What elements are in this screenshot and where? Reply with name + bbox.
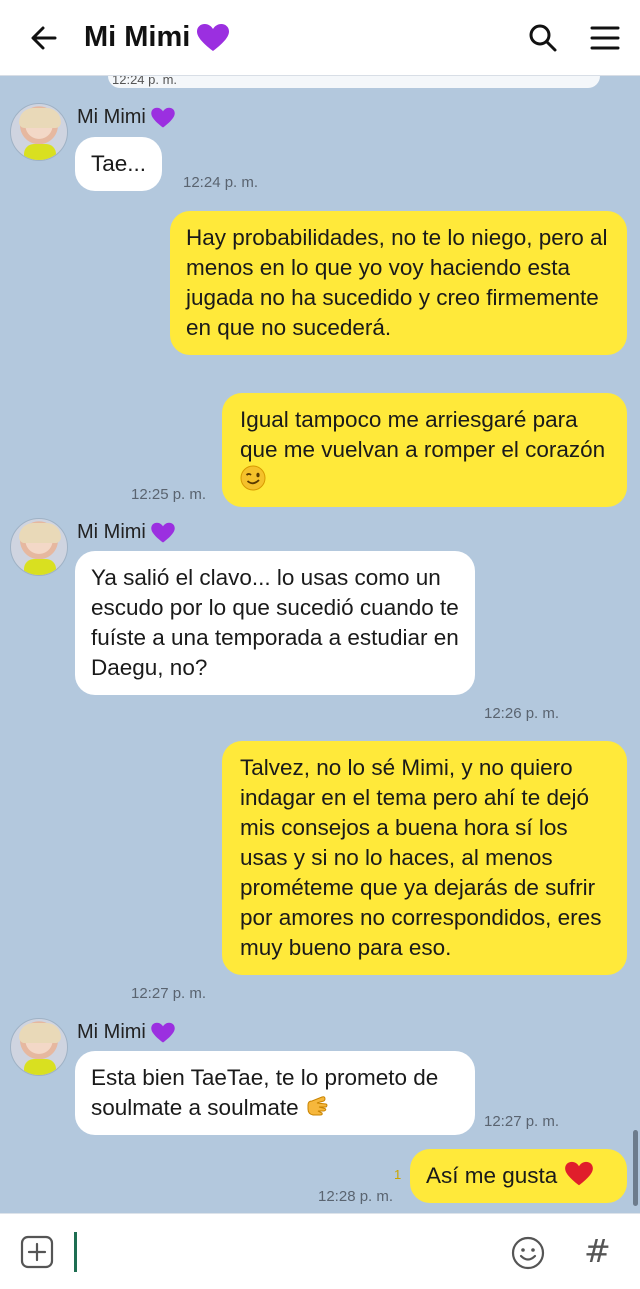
message-input[interactable] <box>80 1228 490 1276</box>
message-bubble-outgoing[interactable]: Hay probabilidades, no te lo niego, pero… <box>170 211 627 355</box>
chat-title-text: Mi Mimi <box>84 21 191 53</box>
clipped-previous-message <box>108 76 600 88</box>
message-bubble-incoming[interactable]: Esta bien TaeTae, te lo prometo de soulm… <box>75 1051 475 1135</box>
arrow-left-icon <box>31 26 57 49</box>
read-count: 1 <box>394 1167 402 1182</box>
message-bubble-outgoing[interactable]: Igual tampoco me arriesgaré para que me … <box>222 393 627 507</box>
message-time: 12:27 p. m. <box>131 985 207 1002</box>
message-bubble-outgoing[interactable]: Así me gusta <box>410 1149 627 1203</box>
chat-header: Mi Mimi <box>0 0 640 76</box>
message-bubble-incoming[interactable]: Tae... <box>75 137 163 191</box>
message-time: 12:25 p. m. <box>131 486 207 503</box>
avatar[interactable] <box>10 1018 68 1076</box>
winking-face-icon <box>240 465 266 491</box>
message-bubble-incoming[interactable]: Ya salió el clavo... lo usas como un esc… <box>75 551 475 695</box>
sender-name: Mi Mimi <box>77 1021 176 1044</box>
chat-title: Mi Mimi <box>84 21 230 54</box>
add-attachment-button[interactable] <box>20 1235 54 1269</box>
search-button[interactable] <box>526 21 560 55</box>
purple-heart-icon <box>151 107 175 128</box>
hamburger-menu-icon <box>590 26 620 50</box>
purple-heart-icon <box>151 1022 175 1043</box>
scrollbar[interactable] <box>633 1130 638 1206</box>
purple-heart-icon <box>151 522 175 543</box>
text-cursor <box>74 1232 77 1272</box>
smiley-icon <box>511 1236 545 1270</box>
hashtag-button[interactable]: # <box>584 1232 611 1270</box>
message-time: 12:28 p. m. <box>318 1188 394 1205</box>
back-button[interactable] <box>14 0 74 76</box>
message-time: 12:26 p. m. <box>484 705 560 722</box>
message-bubble-outgoing[interactable]: Talvez, no lo sé Mimi, y no quiero indag… <box>222 741 627 975</box>
plus-box-icon <box>20 1235 54 1269</box>
avatar[interactable] <box>10 103 68 161</box>
red-heart-icon <box>564 1161 593 1186</box>
message-time: 12:27 p. m. <box>484 1113 560 1130</box>
pointing-hand-icon <box>307 1096 328 1116</box>
purple-heart-icon <box>197 23 230 51</box>
clipped-previous-time: 12:24 p. m. <box>112 76 178 87</box>
search-icon <box>529 24 557 52</box>
message-input-bar: # <box>0 1213 640 1289</box>
message-time: 12:24 p. m. <box>183 174 259 191</box>
sender-name: Mi Mimi <box>77 106 176 129</box>
chat-area[interactable]: 12:24 p. m. Mi Mimi Tae... 12:24 p. m. H… <box>0 76 640 1213</box>
menu-button[interactable] <box>588 21 622 55</box>
avatar[interactable] <box>10 518 68 576</box>
emoji-button[interactable] <box>510 1235 546 1271</box>
sender-name: Mi Mimi <box>77 521 176 544</box>
